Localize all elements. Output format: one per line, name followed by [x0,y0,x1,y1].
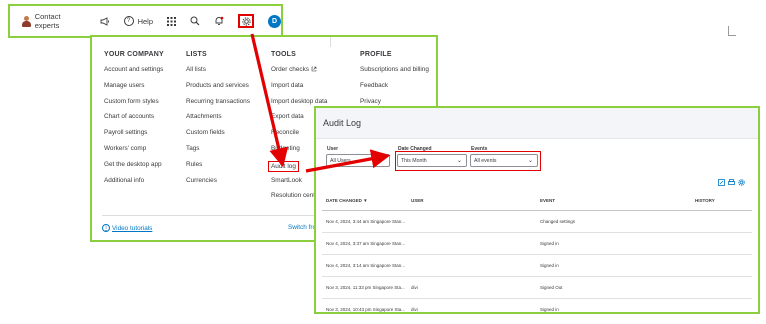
cell-user: divi [407,276,536,299]
cell-date: Nov 4, 2024, 3:14 am Singapore Stan... [322,254,407,277]
menu-item-custom-fields[interactable]: Custom fields [186,129,250,145]
help-icon: ? [123,16,134,26]
page-title: Audit Log [323,118,362,128]
menu-item-subscriptions-billing[interactable]: Subscriptions and billing [360,66,429,82]
cell-event: Signed in [536,254,691,277]
cell-event: Signed in [536,298,691,312]
menu-item-feedback[interactable]: Feedback [360,82,429,98]
cell-event: Changed settings [536,210,691,233]
column-profile: PROFILE Subscriptions and billing Feedba… [360,51,429,113]
column-heading: TOOLS [271,51,296,58]
table-row[interactable]: Nov 3, 2024, 10:43 pm Singapore Sta... d… [322,298,752,312]
menu-item-additional-info[interactable]: Additional info [104,177,164,193]
help-button[interactable]: ? Help [123,16,153,26]
audit-log-header: Audit Log [316,108,758,139]
cell-user [407,254,536,277]
menu-item-account-settings[interactable]: Account and settings [104,66,164,82]
menu-item-rules[interactable]: Rules [186,161,250,177]
cell-date: Nov 4, 2024, 3:37 am Singapore Stan... [322,232,407,255]
order-checks-label: Order checks [271,66,310,73]
user-filter-value: All Users [330,157,351,164]
video-tutorials-label: Video tutorials [112,224,153,232]
column-your-company: YOUR COMPANY Account and settings Manage… [104,51,164,192]
person-icon [22,15,31,27]
search-icon [190,16,200,26]
user-menu-button[interactable]: D [268,14,281,28]
user-filter-select[interactable]: All Users [326,154,390,167]
menu-item-manage-users[interactable]: Manage users [104,82,164,98]
gear-highlight [238,14,254,28]
column-header-event: EVENT [536,190,691,211]
apps-button[interactable] [167,16,176,26]
column-heading: PROFILE [360,51,392,58]
cell-history[interactable] [691,298,752,312]
cell-date: Nov 3, 2024, 11:33 pm Singapore Sta... [322,276,407,299]
switch-link[interactable]: Switch fro [288,224,316,231]
cell-user: divi [407,298,536,312]
table-header-row: DATE CHANGED ▼ USER EVENT HISTORY [322,190,752,211]
user-filter-label: User [327,146,339,152]
menu-item-custom-form-styles[interactable]: Custom form styles [104,98,164,114]
menu-item-all-lists[interactable]: All lists [186,66,250,82]
menu-item-attachments[interactable]: Attachments [186,113,250,129]
cell-date: Nov 3, 2024, 10:43 pm Singapore Sta... [322,298,407,312]
audit-log-table: DATE CHANGED ▼ USER EVENT HISTORY Nov 4,… [322,190,752,312]
cell-history[interactable] [691,254,752,277]
menu-divider-vertical [330,37,331,47]
cell-user [407,232,536,255]
audit-log-panel: Audit Log User All Users Date Changed Th… [314,106,760,314]
video-tutorials-link[interactable]: i Video tutorials [102,224,152,232]
table-row[interactable]: Nov 4, 2024, 3:14 am Singapore Stan... S… [322,254,752,277]
menu-item-chart-of-accounts[interactable]: Chart of accounts [104,113,164,129]
info-icon: i [102,224,110,232]
audit-log-label: Audit log [268,160,299,172]
menu-item-payroll-settings[interactable]: Payroll settings [104,129,164,145]
table-row[interactable]: Nov 4, 2024, 3:37 am Singapore Stan... S… [322,232,752,255]
apps-grid-icon [167,16,176,26]
column-lists: LISTS All lists Products and services Re… [186,51,250,192]
cell-history[interactable] [691,276,752,299]
menu-item-tags[interactable]: Tags [186,145,250,161]
megaphone-button[interactable] [100,16,110,26]
menu-item-desktop-app[interactable]: Get the desktop app [104,161,164,177]
contact-experts-label: Contact experts [34,12,61,30]
cell-event: Signed in [536,232,691,255]
menu-item-products-services[interactable]: Products and services [186,82,250,98]
settings-gear-button[interactable] [238,14,254,28]
top-toolbar: Contact experts ? Help D [8,4,283,38]
corner-mark [728,26,736,36]
cell-history[interactable] [691,210,752,233]
menu-item-import-data[interactable]: Import data [271,82,327,98]
help-label: Help [137,16,153,26]
column-heading: LISTS [186,51,207,58]
gear-icon [241,16,251,26]
external-link-icon [311,67,317,72]
menu-item-workers-comp[interactable]: Workers' comp [104,145,164,161]
contact-experts-button[interactable]: Contact experts [22,12,86,30]
cell-date: Nov 4, 2024, 3:44 am Singapore Stan... [322,210,407,233]
notification-bell-icon [215,16,224,25]
table-row[interactable]: Nov 4, 2024, 3:44 am Singapore Stan... C… [322,210,752,233]
print-icon[interactable] [728,179,735,186]
column-heading: YOUR COMPANY [104,51,164,58]
cell-history[interactable] [691,232,752,255]
table-row[interactable]: Nov 3, 2024, 11:33 pm Singapore Sta... d… [322,276,752,299]
cell-user [407,210,536,233]
menu-item-order-checks[interactable]: Order checks [271,66,327,82]
menu-item-recurring-transactions[interactable]: Recurring transactions [186,98,250,114]
megaphone-icon [100,16,109,26]
filter-highlight-box [395,151,541,171]
column-header-date-changed[interactable]: DATE CHANGED ▼ [322,190,407,211]
menu-item-currencies[interactable]: Currencies [186,177,250,193]
edit-icon[interactable] [718,179,725,186]
column-header-user: USER [407,190,536,211]
cell-event: Signed Out [536,276,691,299]
avatar: D [268,14,281,28]
notifications-button[interactable] [214,16,224,26]
column-header-history: HISTORY [691,190,752,211]
settings-icon[interactable] [738,179,745,186]
search-button[interactable] [190,16,200,26]
